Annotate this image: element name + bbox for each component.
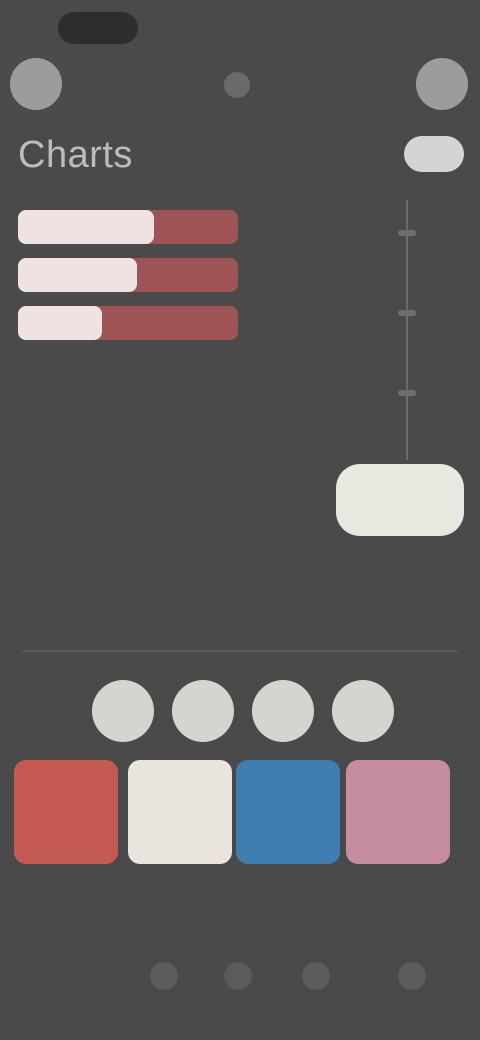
ladder-line — [406, 200, 408, 460]
bar-fill-1 — [18, 210, 154, 244]
bar-fill-2 — [18, 258, 137, 292]
swatch-row — [0, 760, 480, 880]
swatch-pink[interactable] — [346, 760, 450, 864]
home-icon[interactable] — [150, 962, 178, 990]
swatch-red[interactable] — [14, 760, 118, 864]
profile-icon[interactable] — [398, 962, 426, 990]
header — [0, 48, 480, 128]
swatch-cream[interactable] — [128, 760, 232, 864]
chat-icon[interactable] — [302, 962, 330, 990]
bottom-nav — [0, 940, 480, 1010]
bar-row-2[interactable] — [18, 258, 248, 292]
cta-button[interactable] — [336, 464, 464, 536]
search-icon[interactable] — [224, 962, 252, 990]
circle-row — [92, 680, 412, 744]
menu-icon[interactable] — [224, 72, 250, 98]
status-pill — [58, 12, 138, 44]
right-chip[interactable] — [404, 136, 464, 172]
ladder-dot — [398, 390, 416, 396]
swatch-blue[interactable] — [236, 760, 340, 864]
ladder-chart — [348, 200, 468, 460]
circle-4[interactable] — [332, 680, 394, 742]
circle-2[interactable] — [172, 680, 234, 742]
ladder-dot — [398, 230, 416, 236]
page-title: Charts — [18, 134, 133, 176]
bar-row-3[interactable] — [18, 306, 248, 340]
bar-group — [18, 210, 248, 354]
status-bar — [0, 0, 480, 48]
left-round-button[interactable] — [10, 58, 62, 110]
bar-row-1[interactable] — [18, 210, 248, 244]
bars-caption — [18, 358, 238, 378]
divider — [22, 650, 458, 652]
circle-3[interactable] — [252, 680, 314, 742]
bar-fill-3 — [18, 306, 102, 340]
profile-round-button[interactable] — [416, 58, 468, 110]
circle-1[interactable] — [92, 680, 154, 742]
ladder-dot — [398, 310, 416, 316]
